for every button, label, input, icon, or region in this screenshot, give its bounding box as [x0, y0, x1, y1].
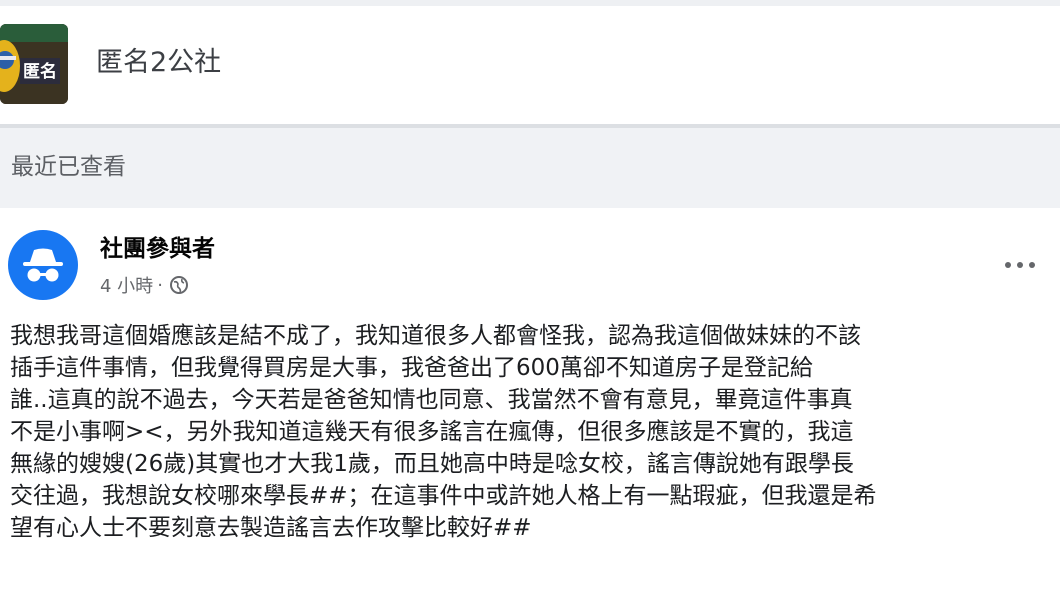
group-name[interactable]: 匿名2公社: [96, 46, 221, 80]
post-text-line: 交往過，我想說女校哪來學長##；在這事件中或許她人格上有一點瑕疵，但我還是希: [10, 483, 877, 509]
recently-viewed-heading: 最近已查看: [11, 154, 126, 180]
post-text-line: 望有心人士不要刻意去製造謠言去作攻擊比較好##: [10, 515, 532, 541]
group-logo-image: 匿名: [0, 24, 68, 104]
post-meta: 4 小時 ·: [100, 272, 189, 298]
globe-icon: [169, 275, 189, 295]
svg-text:匿名: 匿名: [23, 61, 57, 82]
post-timestamp[interactable]: 4 小時: [100, 272, 153, 298]
recently-viewed-bar: [0, 128, 1060, 208]
group-header: 匿名 匿名2公社: [0, 6, 1060, 124]
group-avatar[interactable]: 匿名: [0, 24, 68, 104]
post-text-line: 不是小事啊><，另外我知道這幾天有很多謠言在瘋傳，但很多應該是不實的，我這: [10, 419, 854, 445]
meta-separator: ·: [157, 274, 163, 296]
post-text-line: 誰..這真的說不過去，今天若是爸爸知情也同意、我當然不會有意見，畢竟這件事真: [10, 387, 853, 413]
post-author-name[interactable]: 社團參與者: [100, 234, 215, 264]
post-text: 我想我哥這個婚應該是結不成了，我知道很多人都會怪我，認為我這個做妹妹的不該 插手…: [10, 320, 1055, 544]
more-options-button[interactable]: [996, 248, 1044, 282]
post-text-line: 插手這件事情，但我覺得買房是大事，￼我爸爸出了600萬卻不知道房子是登記給￼: [10, 355, 813, 381]
incognito-icon: [23, 248, 63, 282]
post-text-line: 無緣的嫂嫂(26歲)其實也才大我1歲，而且她高中時是唸女校，謠言傳說她有跟學長: [10, 451, 854, 477]
more-options-icon: [1005, 262, 1035, 268]
anonymous-avatar[interactable]: [8, 230, 78, 300]
post-text-line: 我想我哥這個婚應該是結不成了，我知道很多人都會怪我，認為我這個做妹妹的不該: [10, 323, 861, 349]
